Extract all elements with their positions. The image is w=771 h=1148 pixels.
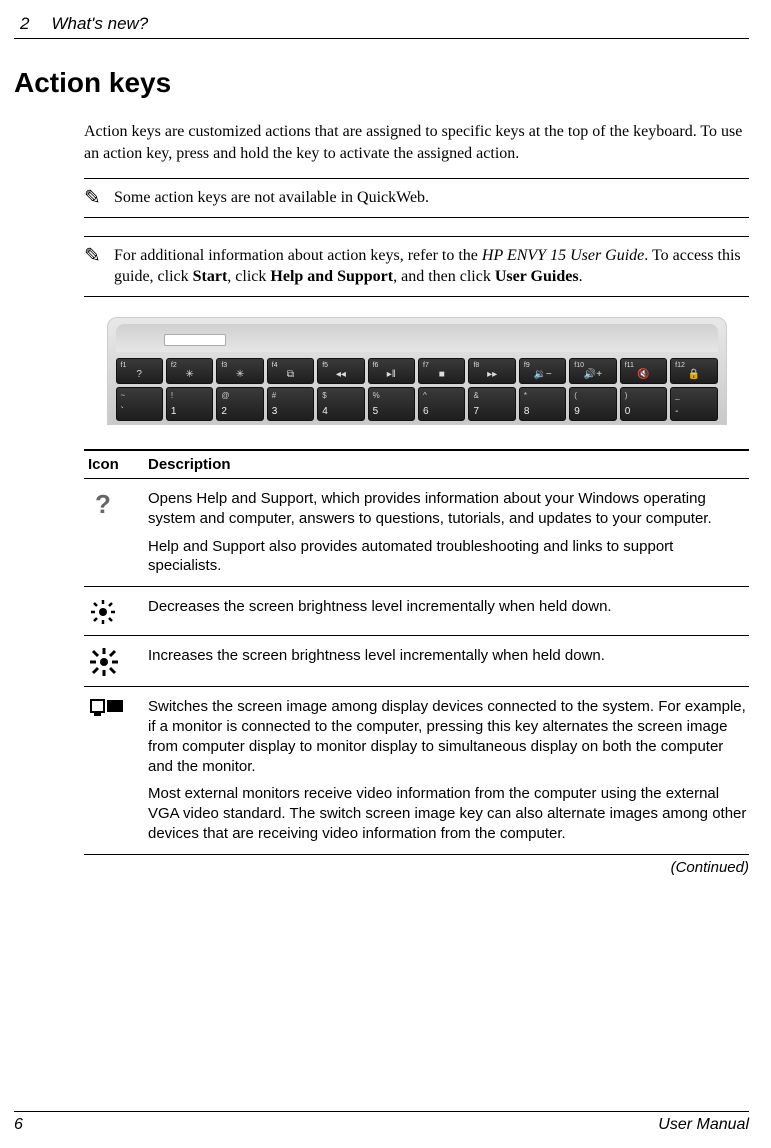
table-cell-description: Switches the screen image among display …: [148, 697, 749, 844]
brightness-down-icon: [84, 597, 148, 625]
number-key: !1: [166, 387, 213, 421]
number-key: %5: [368, 387, 415, 421]
table-header-row: Icon Description: [84, 449, 749, 479]
note-text-2: For additional information about action …: [114, 245, 749, 288]
function-key: f11🔇: [620, 358, 667, 384]
number-key: *8: [519, 387, 566, 421]
table-row: Increases the screen brightness level in…: [84, 636, 749, 687]
function-key: f3✳: [216, 358, 263, 384]
intro-paragraph: Action keys are customized actions that …: [84, 121, 749, 164]
function-key: f9🔉−: [519, 358, 566, 384]
number-key: &7: [468, 387, 515, 421]
function-key: f10🔊+: [569, 358, 616, 384]
table-cell-description: Increases the screen brightness level in…: [148, 646, 749, 676]
function-key: f1?: [116, 358, 163, 384]
table-header-description: Description: [148, 456, 749, 473]
switch-display-icon: [84, 697, 148, 844]
function-key: f5◂◂: [317, 358, 364, 384]
number-key: #3: [267, 387, 314, 421]
action-keys-table: Icon Description ? Opens Help and Suppor…: [84, 449, 749, 876]
table-cell-description: Opens Help and Support, which provides i…: [148, 489, 749, 576]
number-key: ~`: [116, 387, 163, 421]
page-footer: 6 User Manual: [14, 1111, 749, 1134]
keyboard-illustration: f1?f2✳f3✳f4⧉f5◂◂f6▸‖f7■f8▸▸f9🔉−f10🔊+f11🔇…: [84, 317, 749, 425]
note-block-2: ✎ For additional information about actio…: [84, 236, 749, 297]
pencil-note-icon: ✎: [84, 185, 101, 210]
footer-doc-title: User Manual: [658, 1116, 749, 1134]
number-key: ^6: [418, 387, 465, 421]
number-key: @2: [216, 387, 263, 421]
table-header-icon: Icon: [84, 456, 148, 473]
function-key: f7■: [418, 358, 465, 384]
pencil-note-icon: ✎: [84, 243, 101, 268]
page-title: Action keys: [14, 67, 749, 99]
function-key: f2✳: [166, 358, 213, 384]
note-text-1: Some action keys are not available in Qu…: [114, 187, 749, 209]
function-key: f8▸▸: [468, 358, 515, 384]
footer-page-number: 6: [14, 1116, 23, 1134]
page-header: 2 What's new?: [14, 14, 749, 39]
continued-label: (Continued): [84, 859, 749, 876]
function-key: f6▸‖: [368, 358, 415, 384]
header-section-title: What's new?: [51, 14, 148, 34]
table-row: ? Opens Help and Support, which provides…: [84, 479, 749, 587]
table-cell-description: Decreases the screen brightness level in…: [148, 597, 749, 625]
table-row: Switches the screen image among display …: [84, 687, 749, 855]
help-icon: ?: [84, 489, 148, 576]
number-key: $4: [317, 387, 364, 421]
note-block-1: ✎ Some action keys are not available in …: [84, 178, 749, 218]
function-key: f12🔒: [670, 358, 717, 384]
number-key: )0: [620, 387, 667, 421]
brightness-up-icon: [84, 646, 148, 676]
table-row: Decreases the screen brightness level in…: [84, 587, 749, 636]
number-key: (9: [569, 387, 616, 421]
header-page-number: 2: [20, 14, 29, 34]
svg-text:?: ?: [95, 491, 111, 517]
function-key: f4⧉: [267, 358, 314, 384]
number-key: _-: [670, 387, 717, 421]
